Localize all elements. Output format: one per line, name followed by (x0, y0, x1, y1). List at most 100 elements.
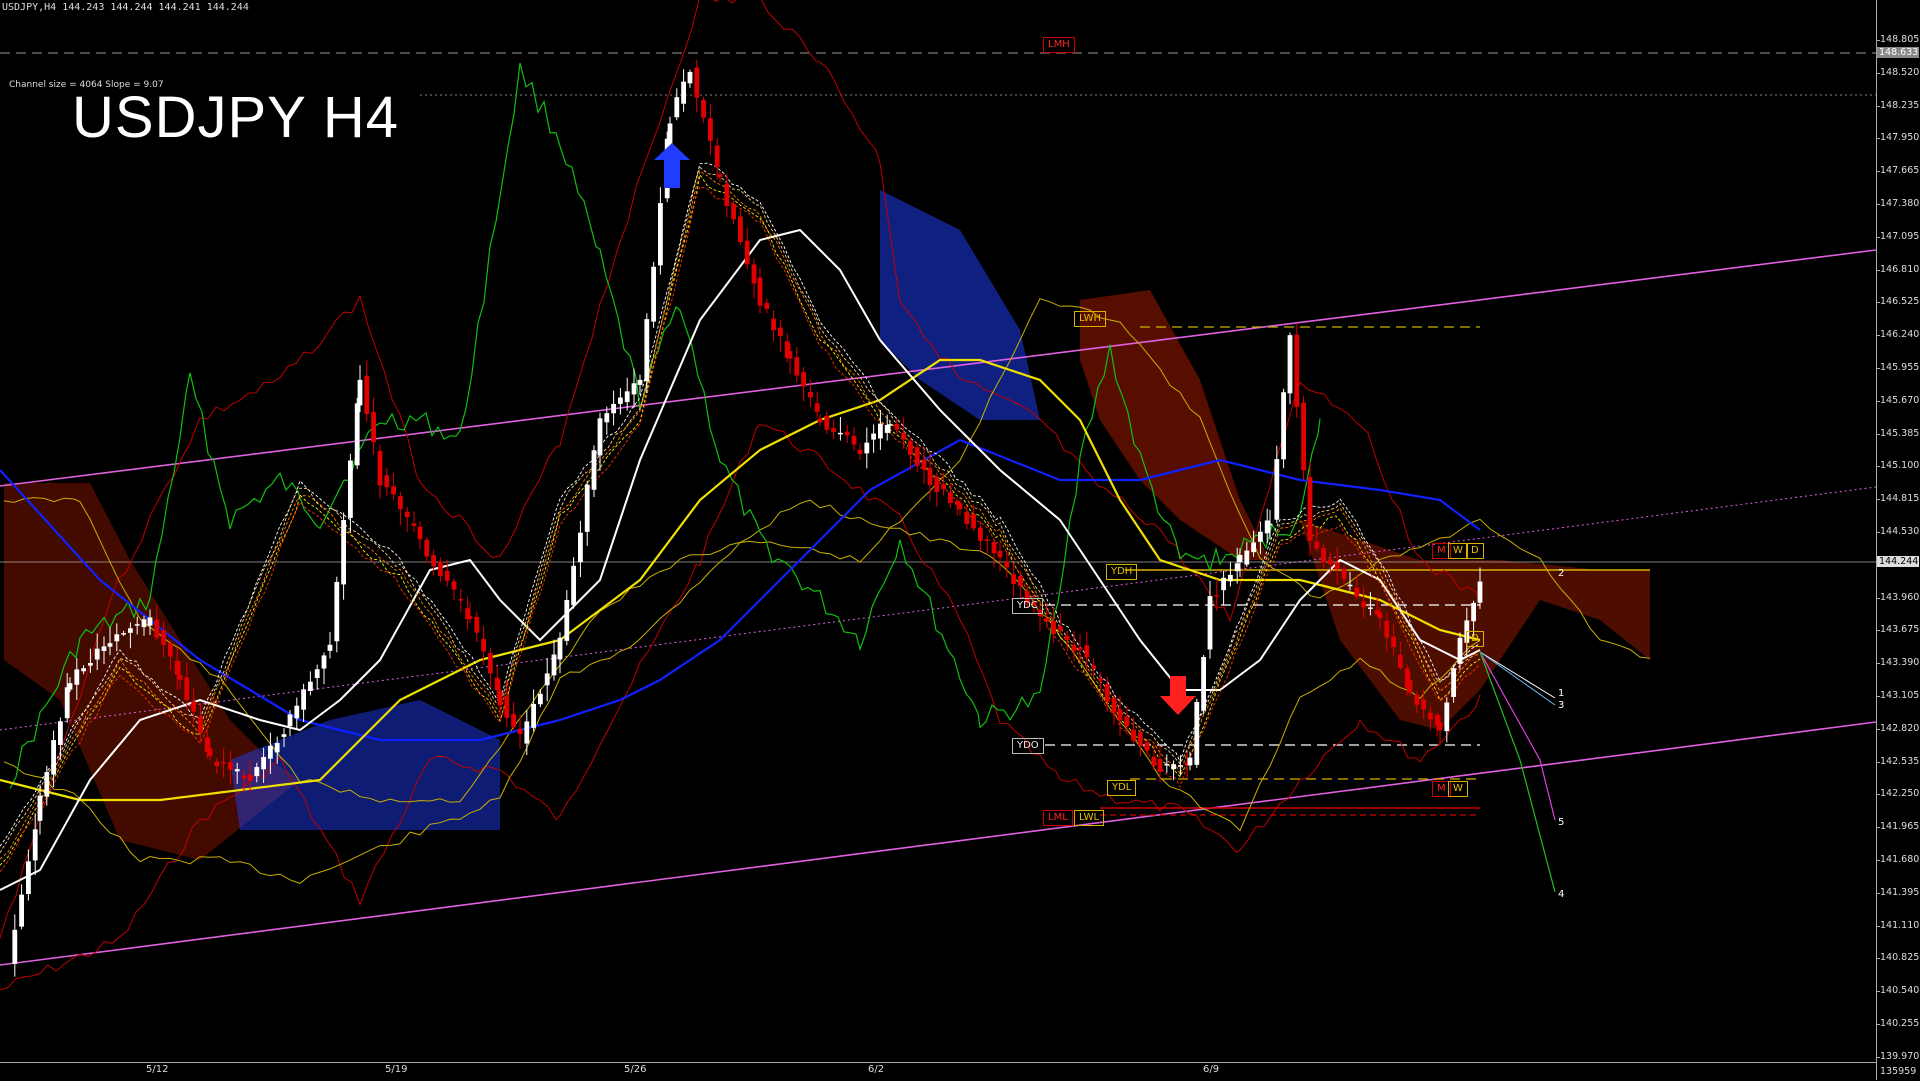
candle-bull (618, 397, 623, 404)
price-tick: 143.675 (1880, 624, 1920, 636)
candle-bear (161, 630, 166, 645)
candle-bear (1407, 680, 1413, 693)
candle-bear (438, 561, 443, 577)
candle-bear (391, 486, 396, 495)
candle-bull (287, 714, 293, 727)
candle-bear (377, 451, 383, 486)
candle-bull (687, 71, 693, 84)
candle-bull (1281, 392, 1286, 460)
candle-bear (1294, 334, 1300, 407)
candle-bull (624, 391, 630, 403)
candle-bull (294, 705, 300, 719)
candle-bear (764, 302, 770, 309)
candle-bear (1377, 612, 1383, 619)
candle-bear (1334, 562, 1340, 570)
date-label-0512: 5/12 (146, 1064, 169, 1075)
candle-bull (1201, 656, 1206, 711)
candle-bear (1437, 722, 1443, 731)
candle-bull (611, 403, 616, 414)
projection-line-1 (1479, 651, 1556, 699)
candle-bear (914, 447, 920, 466)
candle-bear (1428, 712, 1433, 720)
price-tick: 142.820 (1880, 722, 1920, 734)
price-tick: 144.530 (1880, 526, 1920, 537)
candle-bear (417, 526, 423, 540)
price-tick: 145.100 (1880, 460, 1920, 472)
candle-bull (44, 772, 50, 797)
axis-bottom-label: 135959 (1880, 1066, 1917, 1077)
candle-bear (751, 264, 757, 284)
candle-bull (281, 734, 287, 737)
candle-bear (701, 99, 706, 118)
candle-bear (1328, 559, 1333, 565)
candle-bull (94, 648, 100, 660)
candle-bear (724, 183, 730, 206)
candle-bear (817, 418, 823, 423)
candle-bull (81, 668, 86, 672)
price-tick: 144.815 (1880, 493, 1920, 505)
price-tick: 146.810 (1880, 263, 1920, 275)
candle-bull (1368, 607, 1373, 609)
candle-bear (814, 403, 820, 412)
candle-bull (334, 581, 340, 642)
price-tick: 148.805 (1880, 34, 1920, 45)
candle-bull (658, 203, 663, 266)
candle-bear (1301, 402, 1306, 471)
candle-bear (771, 318, 776, 331)
candle-bull (1221, 577, 1226, 591)
projection-label-3: 3 (1558, 700, 1565, 711)
candle-bull (1178, 765, 1183, 767)
candle-bull (88, 662, 93, 666)
candle-bull (524, 721, 530, 744)
candle-bull (878, 423, 883, 439)
candle-bear (1414, 694, 1420, 705)
candle-bull (308, 681, 313, 691)
lml-label: LML (1043, 810, 1073, 826)
lwl-label: LWL (1074, 810, 1105, 826)
candle-bull (674, 97, 680, 118)
candle-bull (348, 460, 353, 518)
candle-bear (168, 643, 173, 657)
candle-bear (757, 277, 763, 306)
candle-bull (557, 637, 563, 660)
candle-bear (1214, 595, 1220, 597)
candle-bear (411, 523, 417, 526)
candle-bear (191, 701, 196, 712)
projection-label-2: 2 (1558, 568, 1565, 579)
candle-bear (481, 638, 486, 652)
candle-bull (101, 646, 107, 652)
candle-bull (121, 633, 126, 635)
candle-bear (1354, 587, 1360, 597)
candle-bear (1051, 620, 1056, 635)
candle-bear (948, 492, 953, 504)
candle-bear (1124, 716, 1130, 727)
ydo-label: YDO (1012, 738, 1044, 754)
candle-bull (1258, 531, 1263, 542)
date-label-0602: 6/2 (868, 1064, 885, 1075)
buy-arrow-icon (654, 143, 690, 188)
candle-bear (1384, 620, 1390, 638)
candle-bear (908, 440, 913, 455)
candle-bull (261, 757, 266, 770)
candle-bull (341, 520, 346, 585)
candle-bear (1321, 548, 1326, 563)
candle-bull (631, 383, 637, 395)
sell-arrow-icon (1160, 676, 1196, 715)
ydc-label: YDC (1012, 598, 1043, 614)
candle-bear (1398, 654, 1403, 668)
candle-bull (51, 740, 56, 775)
candle-bull (538, 693, 543, 705)
candle-bull (1267, 523, 1273, 526)
candle-bull (321, 655, 327, 669)
candle-bear (371, 412, 376, 443)
lwh-label: LWH (1074, 311, 1107, 327)
candle-bear (787, 351, 793, 359)
candle-bear (984, 539, 990, 542)
candle-bull (1171, 764, 1176, 770)
price-tick: 145.955 (1880, 362, 1920, 373)
price-chart[interactable] (0, 0, 1876, 1062)
candle-bull (1251, 542, 1256, 553)
price-axis (1876, 0, 1920, 1080)
candle-bull (1451, 668, 1456, 697)
candle-bear (1157, 758, 1163, 772)
